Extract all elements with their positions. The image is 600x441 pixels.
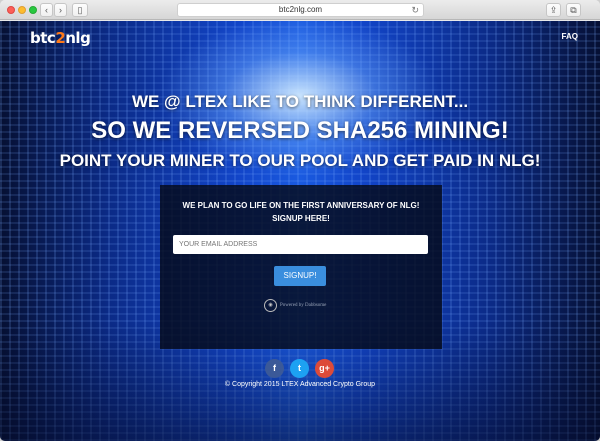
- copyright-text: © Copyright 2015 LTEX Advanced Crypto Gr…: [224, 381, 376, 388]
- reload-icon[interactable]: ↻: [411, 4, 419, 16]
- hero-line-3: POINT YOUR MINER TO OUR POOL AND GET PAI…: [59, 151, 541, 170]
- signup-text-line-1: WE PLAN TO GO LIFE ON THE FIRST ANNIVERS…: [182, 201, 420, 210]
- logo-prefix: btc: [30, 29, 56, 47]
- powered-by-text: Powered by Dabbsome: [280, 302, 327, 308]
- page-content: btc2nlg FAQ WE @ LTEX LIKE TO THINK DIFF…: [0, 21, 600, 441]
- twitter-button[interactable]: t: [290, 359, 309, 378]
- signup-panel: WE PLAN TO GO LIFE ON THE FIRST ANNIVERS…: [160, 185, 442, 349]
- powered-by-badge[interactable]: ◉ Powered by Dabbsome: [264, 298, 326, 312]
- browser-toolbar: ‹ › ▯ btc2nlg.com ↻ ⇪ ⧉: [0, 0, 600, 20]
- share-icon: ⇪: [549, 5, 558, 15]
- facebook-icon: f: [273, 363, 276, 373]
- facebook-button[interactable]: f: [265, 359, 284, 378]
- chevron-right-icon: ›: [59, 5, 62, 15]
- share-button[interactable]: ⇪: [546, 3, 561, 17]
- dabbsome-logo-icon: ◉: [264, 298, 277, 312]
- tabs-icon: ⧉: [570, 5, 577, 15]
- minimize-window-button[interactable]: [18, 6, 26, 14]
- sidebar-button[interactable]: ▯: [72, 3, 88, 17]
- address-bar[interactable]: btc2nlg.com ↻: [177, 3, 424, 17]
- url-text: btc2nlg.com: [278, 5, 323, 14]
- email-field[interactable]: [173, 235, 428, 254]
- signup-text-line-2: SIGNUP HERE!: [272, 214, 330, 223]
- chevron-left-icon: ‹: [45, 5, 48, 15]
- browser-window: ‹ › ▯ btc2nlg.com ↻ ⇪ ⧉ btc2nlg FAQ WE @…: [0, 0, 600, 441]
- zoom-window-button[interactable]: [29, 6, 37, 14]
- forward-button[interactable]: ›: [54, 3, 67, 17]
- logo-two: 2: [55, 29, 66, 47]
- sidebar-icon: ▯: [77, 5, 83, 15]
- signup-heading: WE PLAN TO GO LIFE ON THE FIRST ANNIVERS…: [160, 199, 442, 225]
- tabs-button[interactable]: ⧉: [566, 3, 581, 17]
- close-window-button[interactable]: [7, 6, 15, 14]
- googleplus-icon: g+: [319, 363, 330, 373]
- logo-suffix: nlg: [65, 29, 91, 47]
- back-button[interactable]: ‹: [40, 3, 53, 17]
- hero-line-1: WE @ LTEX LIKE TO THINK DIFFERENT...: [131, 92, 469, 111]
- twitter-icon: t: [298, 363, 301, 373]
- signup-button[interactable]: SIGNUP!: [274, 266, 326, 286]
- nav-faq-link[interactable]: FAQ: [562, 32, 578, 41]
- hero-line-2: SO WE REVERSED SHA256 MINING!: [91, 117, 509, 144]
- googleplus-button[interactable]: g+: [315, 359, 334, 378]
- site-logo[interactable]: btc2nlg: [30, 29, 91, 47]
